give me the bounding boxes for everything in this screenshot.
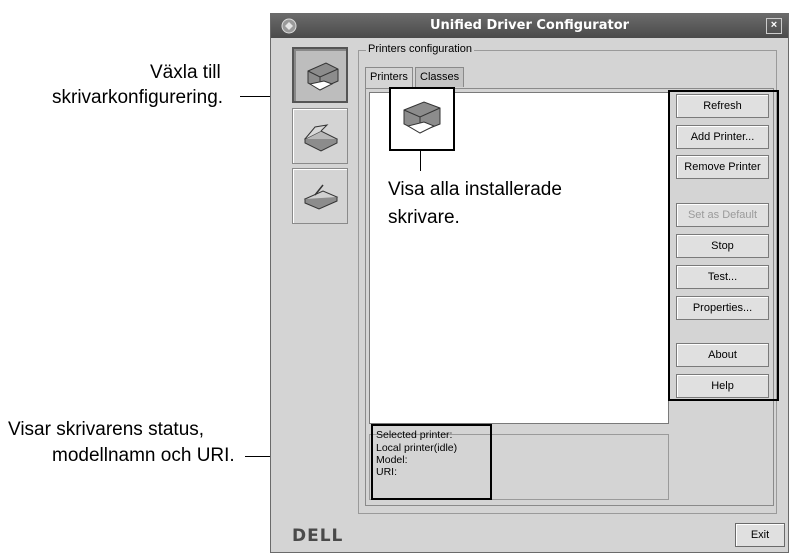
sidebar-item-ports[interactable] <box>292 168 348 224</box>
close-icon[interactable]: × <box>766 18 782 34</box>
group-legend: Printers configuration <box>366 43 474 55</box>
window-title: Unified Driver Configurator <box>429 18 630 33</box>
refresh-button[interactable]: Refresh <box>676 94 769 118</box>
dell-logo: DELL <box>292 526 344 546</box>
installed-printer-item[interactable] <box>389 87 455 151</box>
callout-status-line2: modellnamn och URI. <box>52 445 235 466</box>
tab-printers[interactable]: Printers <box>365 67 413 88</box>
stop-button[interactable]: Stop <box>676 234 769 258</box>
callout-installed-line2: skrivare. <box>388 207 460 228</box>
printer-model: Model: <box>376 454 408 466</box>
sidebar-item-printers[interactable] <box>292 47 348 103</box>
printer-status: Local printer(idle) <box>376 442 458 454</box>
callout-installed-line1: Visa alla installerade <box>388 179 562 200</box>
callout-switch-line1: Växla till <box>150 62 221 83</box>
about-button[interactable]: About <box>676 343 769 367</box>
callout-installed-leader <box>420 151 421 171</box>
scanner-icon <box>303 124 339 152</box>
unified-driver-configurator-window: Unified Driver Configurator × Printers c… <box>270 13 789 553</box>
set-as-default-button[interactable]: Set as Default <box>676 203 769 227</box>
remove-printer-button[interactable]: Remove Printer <box>676 155 769 179</box>
sidebar-item-scanners[interactable] <box>292 108 348 164</box>
exit-button[interactable]: Exit <box>735 523 785 547</box>
tab-classes[interactable]: Classes <box>415 67 465 87</box>
port-icon <box>303 184 339 210</box>
callout-status-line1: Visar skrivarens status, <box>8 419 205 440</box>
test-button[interactable]: Test... <box>676 265 769 289</box>
selected-printer-legend: Selected printer: <box>376 429 453 441</box>
printer-icon <box>403 101 441 134</box>
help-button[interactable]: Help <box>676 374 769 398</box>
printer-icon <box>307 62 339 91</box>
printer-uri: URI: <box>376 466 397 478</box>
title-bar: Unified Driver Configurator × <box>271 14 788 38</box>
callout-switch-line2: skrivarkonfigurering. <box>52 87 224 108</box>
add-printer-button[interactable]: Add Printer... <box>676 125 769 149</box>
properties-button[interactable]: Properties... <box>676 296 769 320</box>
